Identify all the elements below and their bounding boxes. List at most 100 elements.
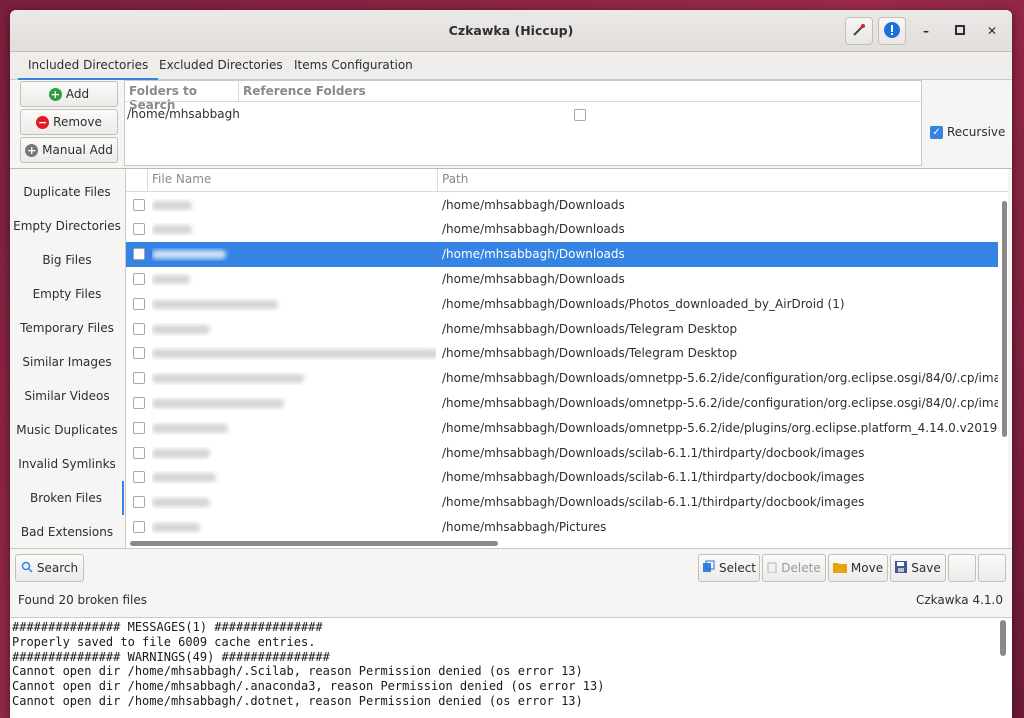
redacted-file-name: [152, 398, 284, 408]
add-icon: +: [48, 87, 62, 101]
table-row[interactable]: /home/mhsabbagh/Downloads/Telegram Deskt…: [126, 317, 998, 342]
search-button[interactable]: Search: [15, 554, 84, 582]
sidebar-item-music-duplicates[interactable]: Music Duplicates: [10, 413, 124, 447]
status-message: Found 20 broken files: [18, 593, 148, 607]
maximize-button[interactable]: [950, 21, 970, 41]
table-row[interactable]: /home/mhsabbagh/Downloads: [126, 217, 998, 242]
table-row[interactable]: /home/mhsabbagh/Downloads/scilab-6.1.1/t…: [126, 441, 998, 466]
file-name-blurred: [152, 447, 436, 460]
log-output[interactable]: ############### MESSAGES(1) ############…: [10, 617, 1012, 718]
delete-icon: [767, 561, 777, 576]
select-label: Select: [718, 561, 757, 575]
table-row[interactable]: /home/mhsabbagh/Pictures: [126, 515, 998, 540]
table-row[interactable]: /home/mhsabbagh/Downloads: [126, 267, 998, 292]
table-row[interactable]: /home/mhsabbagh/Downloads/scilab-6.1.1/t…: [126, 490, 998, 515]
table-row[interactable]: /home/mhsabbagh/Downloads/omnetpp-5.6.2/…: [126, 416, 998, 441]
recursive-checkbox[interactable]: ✓: [930, 125, 943, 139]
about-button[interactable]: [878, 17, 906, 45]
save-button[interactable]: Save: [890, 554, 946, 582]
redacted-file-name: [152, 473, 216, 483]
table-row[interactable]: /home/mhsabbagh/Downloads/Telegram Deskt…: [126, 341, 998, 366]
column-header-select[interactable]: [126, 169, 148, 191]
table-row[interactable]: /home/mhsabbagh/Downloads/omnetpp-5.6.2/…: [126, 391, 998, 416]
sidebar-item-big-files[interactable]: Big Files: [10, 243, 124, 277]
table-row[interactable]: /home/mhsabbagh/Downloads: [126, 242, 998, 267]
redacted-file-name: [152, 423, 228, 433]
column-header-file-name[interactable]: File Name: [148, 169, 438, 191]
manual-add-button[interactable]: + Manual Add: [20, 137, 118, 163]
log-line: Cannot open dir /home/mhsabbagh/.Scilab,…: [12, 664, 583, 679]
file-name-blurred: [152, 496, 436, 509]
row-checkbox[interactable]: [133, 322, 145, 335]
app-window: Czkawka (Hiccup) – ✕ Included Directorie…: [10, 10, 1012, 718]
recursive-label: Recursive: [947, 125, 1006, 139]
table-row[interactable]: /home/mhsabbagh/Downloads/Photos_downloa…: [126, 292, 998, 317]
row-checkbox[interactable]: [133, 421, 145, 434]
redacted-file-name: [152, 522, 200, 532]
select-button[interactable]: Select: [698, 554, 760, 582]
row-checkbox[interactable]: [133, 272, 145, 285]
extra-action-button-1[interactable]: [948, 554, 976, 582]
redacted-file-name: [152, 374, 304, 384]
scrollbar-thumb[interactable]: [1002, 201, 1007, 437]
remove-directory-button[interactable]: − Remove: [20, 109, 118, 135]
delete-button[interactable]: Delete: [762, 554, 826, 582]
row-checkbox[interactable]: [133, 446, 145, 459]
folder-row[interactable]: /home/mhsabbagh: [125, 103, 921, 125]
tab-included-directories[interactable]: Included Directories: [18, 52, 159, 80]
tab-excluded-directories[interactable]: Excluded Directories: [149, 52, 293, 80]
file-name-blurred: [152, 223, 436, 236]
sidebar-item-invalid-symlinks[interactable]: Invalid Symlinks: [10, 447, 124, 481]
file-name-blurred: [152, 273, 436, 286]
sidebar-item-broken-files[interactable]: Broken Files: [10, 481, 124, 515]
file-name-blurred: [152, 422, 436, 435]
close-button[interactable]: ✕: [982, 21, 1002, 41]
redacted-file-name: [152, 498, 210, 508]
main-area: Duplicate Files Empty Directories Big Fi…: [10, 168, 1012, 549]
row-checkbox[interactable]: [133, 223, 145, 236]
move-button[interactable]: Move: [828, 554, 888, 582]
add-directory-button[interactable]: + Add: [20, 81, 118, 107]
scrollbar-thumb[interactable]: [130, 541, 498, 546]
included-directories-pane: + Add − Remove + Manual Add Folders to S…: [10, 80, 1012, 168]
table-row[interactable]: /home/mhsabbagh/Downloads/scilab-6.1.1/t…: [126, 465, 998, 490]
results-vertical-scrollbar[interactable]: [1000, 191, 1008, 538]
row-checkbox[interactable]: [133, 347, 145, 360]
row-checkbox[interactable]: [133, 396, 145, 409]
sidebar-item-empty-directories[interactable]: Empty Directories: [10, 209, 124, 243]
column-header-folders[interactable]: Folders to Search: [125, 81, 239, 112]
file-path: /home/mhsabbagh/Downloads: [442, 271, 625, 286]
row-checkbox[interactable]: [133, 372, 145, 385]
redacted-file-name: [152, 299, 278, 309]
recursive-toggle[interactable]: ✓ Recursive: [930, 125, 1005, 139]
row-checkbox[interactable]: [133, 198, 145, 211]
sidebar-item-empty-files[interactable]: Empty Files: [10, 277, 124, 311]
row-checkbox[interactable]: [133, 471, 145, 484]
file-name-blurred: [152, 397, 436, 410]
column-header-path[interactable]: Path: [438, 169, 1009, 191]
log-scrollbar[interactable]: [1000, 620, 1006, 656]
tab-items-configuration[interactable]: Items Configuration: [284, 52, 423, 80]
sidebar-item-similar-images[interactable]: Similar Images: [10, 345, 124, 379]
log-line: Cannot open dir /home/mhsabbagh/.anacond…: [12, 679, 605, 694]
settings-button[interactable]: [845, 17, 873, 45]
close-icon: ✕: [986, 24, 998, 38]
sidebar-item-bad-extensions[interactable]: Bad Extensions: [10, 515, 124, 549]
row-checkbox[interactable]: [133, 520, 145, 533]
notebook-tabs: Included Directories Excluded Directorie…: [10, 52, 1012, 80]
sidebar-item-duplicate-files[interactable]: Duplicate Files: [10, 175, 124, 209]
row-checkbox[interactable]: [133, 496, 145, 509]
table-row[interactable]: /home/mhsabbagh/Downloads: [126, 193, 998, 218]
column-header-reference[interactable]: Reference Folders: [239, 81, 370, 101]
file-path: /home/mhsabbagh/Downloads/Telegram Deskt…: [442, 346, 738, 361]
sidebar-item-similar-videos[interactable]: Similar Videos: [10, 379, 124, 413]
row-checkbox[interactable]: [133, 248, 145, 261]
row-checkbox[interactable]: [133, 297, 145, 310]
sidebar-item-temporary-files[interactable]: Temporary Files: [10, 311, 124, 345]
table-row[interactable]: /home/mhsabbagh/Downloads/omnetpp-5.6.2/…: [126, 366, 998, 391]
file-path: /home/mhsabbagh/Downloads/scilab-6.1.1/t…: [442, 445, 865, 460]
reference-folder-checkbox[interactable]: [574, 109, 586, 121]
extra-action-button-2[interactable]: [978, 554, 1006, 582]
minimize-button[interactable]: –: [916, 21, 936, 41]
minimize-icon: –: [923, 24, 929, 38]
